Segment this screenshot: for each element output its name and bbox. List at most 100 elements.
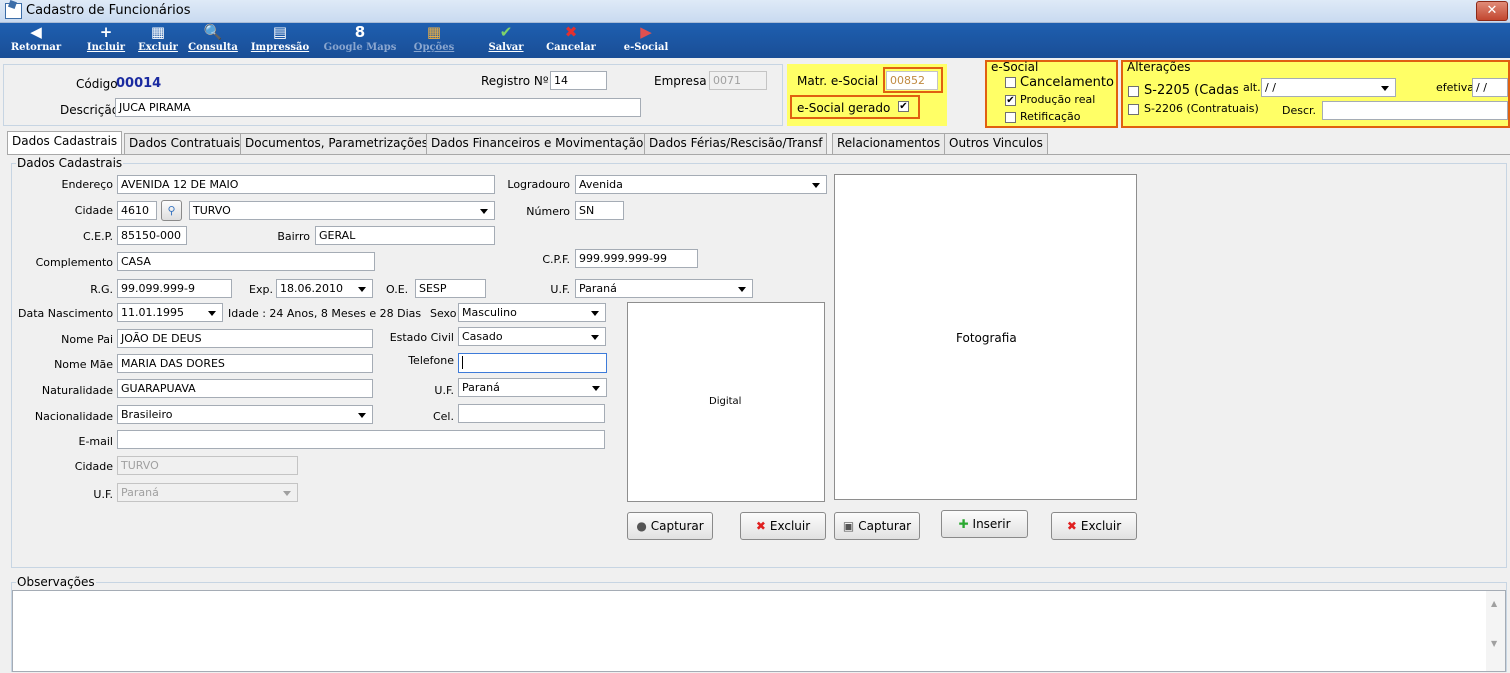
descricao-label: Descrição bbox=[60, 103, 120, 117]
plus-icon: + bbox=[99, 23, 113, 41]
consulta-button[interactable]: 🔍 Consulta bbox=[186, 23, 240, 58]
opcoes-button[interactable]: ▦ Opções bbox=[402, 23, 466, 58]
email-input[interactable] bbox=[117, 430, 605, 449]
oe-input[interactable]: SESP bbox=[415, 279, 486, 298]
cidade2-input[interactable]: TURVO bbox=[117, 456, 298, 475]
foto-inserir-button[interactable]: ✚ Inserir bbox=[941, 510, 1028, 538]
oe-label: O.E. bbox=[386, 283, 409, 296]
scroll-down-icon[interactable]: ▼ bbox=[1491, 639, 1497, 648]
uf-naturalidade-label: U.F. bbox=[434, 384, 454, 397]
uf-select[interactable]: Paraná bbox=[575, 279, 753, 298]
digital-capturar-button[interactable]: ● Capturar bbox=[627, 512, 713, 540]
alt-label: alt. bbox=[1243, 81, 1261, 94]
tab-ferias-rescisao[interactable]: Dados Férias/Rescisão/Transf bbox=[644, 133, 828, 154]
cidade-code-input[interactable]: 4610 bbox=[117, 201, 157, 220]
camera-icon: ▣ bbox=[842, 519, 855, 533]
naturalidade-input[interactable]: GUARAPUAVA bbox=[117, 379, 373, 398]
foto-excluir-button[interactable]: ✖ Excluir bbox=[1051, 512, 1137, 540]
digital-excluir-button[interactable]: ✖ Excluir bbox=[740, 512, 826, 540]
tab-documentos[interactable]: Documentos, Parametrizações bbox=[240, 133, 433, 154]
excluir-button[interactable]: ▦ Excluir bbox=[134, 23, 182, 58]
cidade-search-button[interactable]: ⚲ bbox=[161, 200, 182, 221]
registro-label: Registro Nº bbox=[481, 74, 549, 88]
tab-outros-vinculos[interactable]: Outros Vinculos bbox=[944, 133, 1048, 154]
nome-mae-label: Nome Mãe bbox=[54, 358, 113, 371]
uf-naturalidade-select[interactable]: Paraná bbox=[458, 378, 607, 397]
tab-dados-financeiros[interactable]: Dados Financeiros e Movimentação bbox=[426, 133, 649, 154]
sexo-select[interactable]: Masculino bbox=[458, 303, 606, 322]
observacoes-legend: Observações bbox=[16, 575, 96, 589]
producao-real-checkbox[interactable]: ✔ bbox=[1005, 95, 1016, 106]
cancelar-button[interactable]: ✖ Cancelar bbox=[544, 23, 598, 58]
s2205-checkbox[interactable] bbox=[1128, 86, 1139, 97]
data-nascimento-select[interactable]: 11.01.1995 bbox=[117, 303, 223, 322]
s2205-label: S-2205 (Cadastrais bbox=[1144, 83, 1238, 98]
cancelamento-checkbox[interactable] bbox=[1005, 77, 1016, 88]
observacoes-textarea[interactable] bbox=[12, 590, 1506, 672]
empresa-label: Empresa bbox=[654, 74, 707, 88]
rg-label: R.G. bbox=[90, 283, 113, 296]
complemento-label: Complemento bbox=[35, 256, 113, 269]
cep-input[interactable]: 85150-000 bbox=[117, 226, 187, 245]
s2206-checkbox[interactable] bbox=[1128, 104, 1139, 115]
tab-dados-contratuais[interactable]: Dados Contratuais bbox=[124, 133, 246, 154]
rg-input[interactable]: 99.099.999-9 bbox=[117, 279, 232, 298]
endereco-label: Endereço bbox=[61, 178, 114, 191]
tab-relacionamentos[interactable]: Relacionamentos bbox=[832, 133, 946, 154]
efetiva-label: efetiva bbox=[1436, 81, 1475, 94]
search-icon: 🔍 bbox=[203, 23, 223, 41]
nacionalidade-select[interactable]: Brasileiro bbox=[117, 405, 373, 424]
matr-highlight-frame bbox=[883, 67, 943, 93]
descr-label: Descr. bbox=[1282, 104, 1317, 117]
incluir-button[interactable]: + Incluir bbox=[82, 23, 130, 58]
bairro-input[interactable]: GERAL bbox=[315, 226, 495, 245]
descricao-input[interactable]: JUCA PIRAMA bbox=[115, 98, 641, 117]
telefone-label: Telefone bbox=[408, 354, 454, 367]
esocial-group-legend: e-Social bbox=[991, 60, 1039, 74]
text-cursor bbox=[462, 356, 463, 369]
app-window-icon bbox=[5, 3, 22, 19]
numero-input[interactable]: SN bbox=[575, 201, 624, 220]
nome-pai-input[interactable]: JOÃO DE DEUS bbox=[117, 329, 373, 348]
cel-input[interactable] bbox=[458, 404, 605, 423]
codigo-value: 00014 bbox=[116, 76, 162, 91]
salvar-button[interactable]: ✔ Salvar bbox=[486, 23, 526, 58]
nome-mae-input[interactable]: MARIA DAS DORES bbox=[117, 354, 373, 373]
options-icon: ▦ bbox=[426, 23, 442, 41]
uf3-select[interactable]: Paraná bbox=[117, 483, 298, 502]
nome-pai-label: Nome Pai bbox=[61, 333, 113, 346]
data-nascimento-label: Data Nascimento bbox=[18, 307, 114, 320]
retificacao-checkbox[interactable] bbox=[1005, 112, 1016, 123]
complemento-input[interactable]: CASA bbox=[117, 252, 375, 271]
observacoes-scrollbar[interactable]: ▲ ▼ bbox=[1486, 591, 1505, 671]
impressao-button[interactable]: ▤ Impressão bbox=[248, 23, 312, 58]
logradouro-select[interactable]: Avenida bbox=[575, 175, 827, 194]
tab-dados-cadastrais[interactable]: Dados Cadastrais bbox=[7, 131, 123, 155]
descr-input[interactable] bbox=[1322, 101, 1508, 120]
uf-label: U.F. bbox=[550, 283, 570, 296]
google-maps-button[interactable]: 8 Google Maps bbox=[322, 23, 398, 58]
retornar-button[interactable]: ◀ Retornar bbox=[8, 23, 64, 58]
cidade-select[interactable]: TURVO bbox=[189, 201, 495, 220]
bairro-label: Bairro bbox=[277, 230, 310, 243]
efetiva-date-input[interactable]: / / bbox=[1472, 78, 1508, 97]
cpf-input[interactable]: 999.999.999-99 bbox=[575, 249, 698, 268]
close-button[interactable]: ✕ bbox=[1476, 1, 1508, 21]
esocial-button[interactable]: ▶ e-Social bbox=[620, 23, 672, 58]
cidade2-label: Cidade bbox=[74, 460, 113, 473]
matr-esocial-label: Matr. e-Social bbox=[797, 74, 879, 88]
naturalidade-label: Naturalidade bbox=[41, 384, 113, 397]
alt-date-select[interactable]: / / bbox=[1261, 78, 1396, 97]
back-icon: ◀ bbox=[30, 23, 42, 41]
scroll-up-icon[interactable]: ▲ bbox=[1491, 599, 1497, 608]
registro-input[interactable]: 14 bbox=[550, 71, 607, 90]
foto-capturar-button[interactable]: ▣ Capturar bbox=[834, 512, 920, 540]
magnifier-icon: ⚲ bbox=[167, 204, 176, 217]
endereco-input[interactable]: AVENIDA 12 DE MAIO bbox=[117, 175, 495, 194]
telefone-input[interactable] bbox=[458, 353, 607, 373]
exp-date-select[interactable]: 18.06.2010 bbox=[276, 279, 373, 298]
empresa-input[interactable]: 0071 bbox=[709, 71, 767, 90]
estado-civil-select[interactable]: Casado bbox=[458, 327, 606, 346]
window-title: Cadastro de Funcionários bbox=[26, 3, 191, 18]
logradouro-label: Logradouro bbox=[507, 178, 570, 191]
